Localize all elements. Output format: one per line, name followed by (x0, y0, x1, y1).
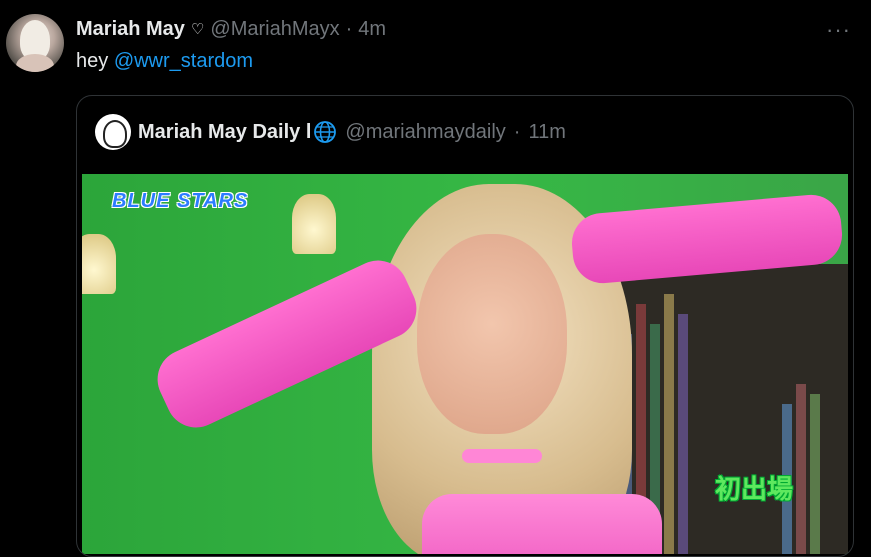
quote-separator: · (513, 120, 521, 143)
globe-icon (314, 121, 337, 143)
quote-avatar[interactable] (95, 114, 131, 150)
quoted-tweet[interactable]: Mariah May Daily l @mariahmaydaily · 11m (76, 95, 854, 557)
quote-author-name[interactable]: Mariah May Daily l (138, 121, 311, 144)
choker (462, 449, 542, 463)
book (678, 314, 688, 554)
heart-icon: ♡ (190, 21, 205, 38)
tweet-header: Mariah May ♡ @MariahMayx · 4m (76, 16, 386, 42)
avatar[interactable] (6, 14, 64, 72)
blue-stars-caption: BLUE STARS (112, 190, 249, 212)
book (796, 384, 806, 554)
mention-link[interactable]: @wwr_stardom (114, 50, 253, 72)
more-icon[interactable]: ··· (826, 17, 851, 43)
quote-header: Mariah May Daily l @mariahmaydaily · 11m (138, 120, 566, 144)
author-handle[interactable]: @MariahMayx (210, 18, 339, 41)
quote-author-handle[interactable]: @mariahmaydaily (345, 121, 505, 144)
book (664, 294, 674, 554)
pink-top (422, 494, 662, 554)
wall-lamp (82, 234, 116, 294)
separator: · (345, 17, 353, 40)
debut-caption: 初出場 (715, 474, 794, 504)
tweet-text: hey @wwr_stardom (76, 50, 253, 73)
avatar-body (16, 54, 54, 72)
tweet-text-prefix: hey (76, 50, 114, 72)
wall-lamp (292, 194, 336, 254)
quote-avatar-sketch (103, 120, 127, 148)
media-image[interactable]: BLUE STARS 初出場 (82, 174, 848, 554)
timestamp[interactable]: 4m (358, 18, 386, 41)
author-name[interactable]: Mariah May (76, 18, 185, 41)
book (810, 394, 820, 554)
person-face (417, 234, 567, 434)
quote-timestamp[interactable]: 11m (528, 121, 565, 144)
